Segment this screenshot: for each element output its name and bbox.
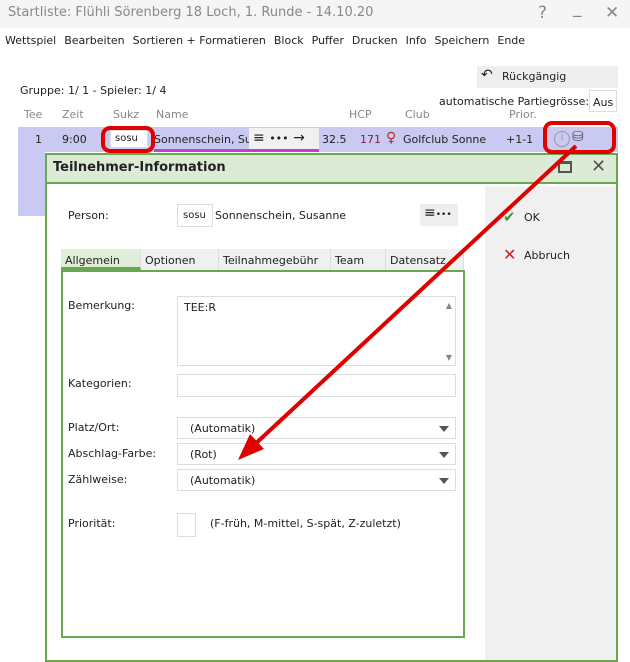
annotation-highlight-sukz [101,126,155,153]
annotation-overlay [101,121,616,460]
annotation-highlight-icons [543,121,616,154]
annotation-arrow [250,144,578,449]
